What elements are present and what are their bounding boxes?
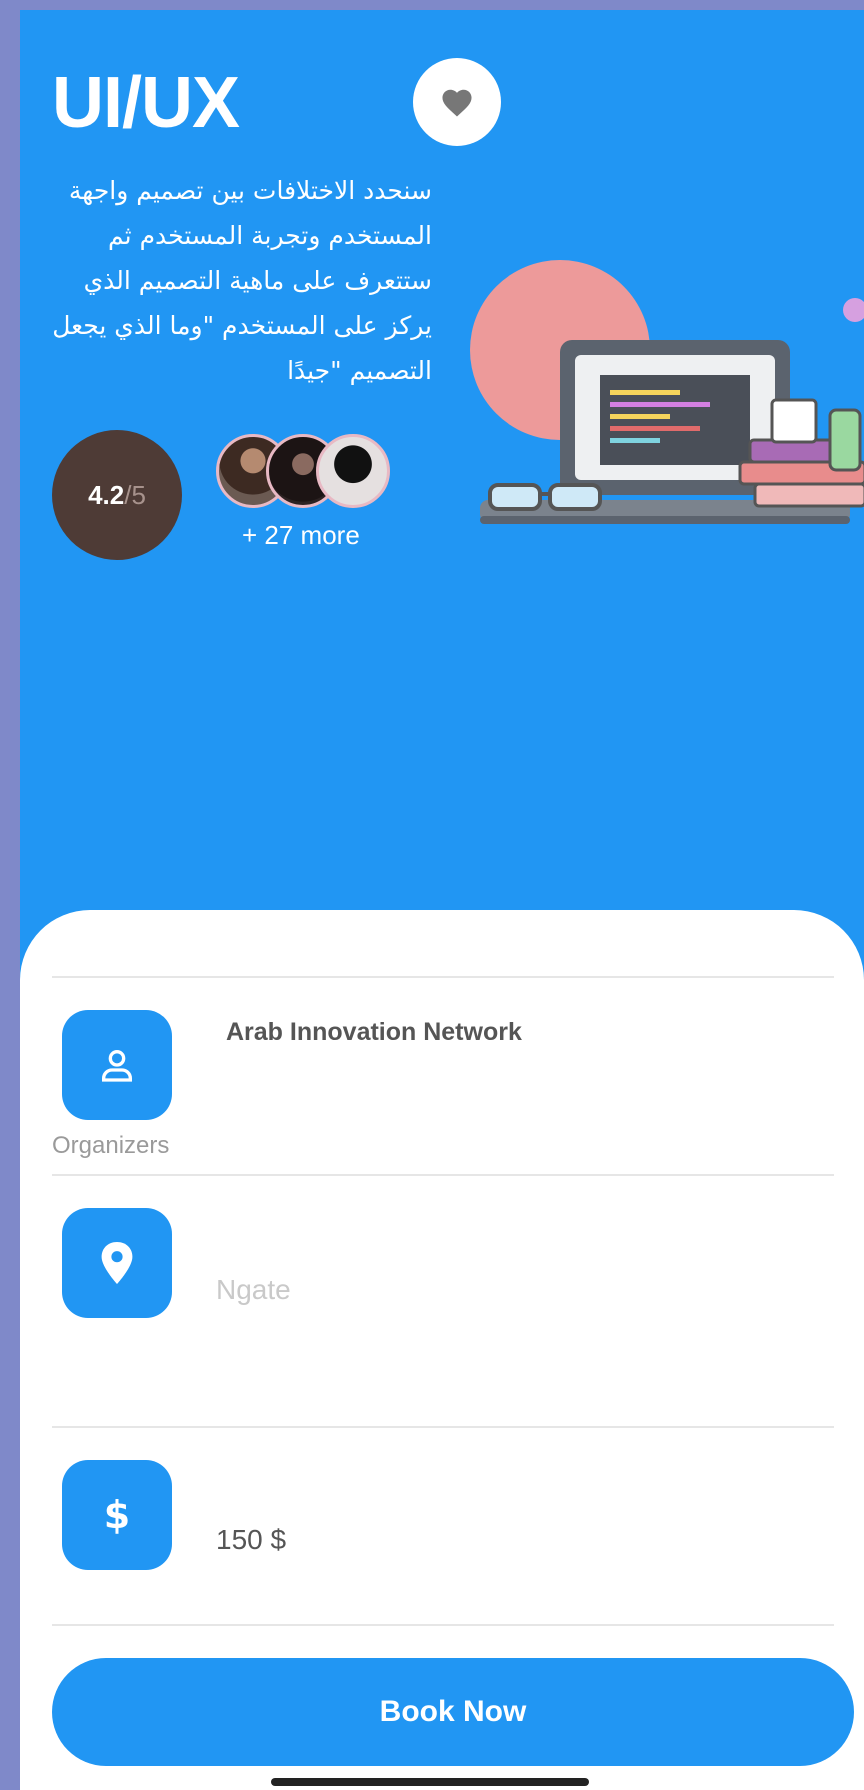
organizer-name[interactable]: Arab Innovation Network	[226, 1018, 522, 1047]
organizer-icon-box	[62, 1010, 172, 1120]
divider	[52, 1426, 834, 1428]
dollar-icon: $	[103, 1493, 131, 1537]
location-icon-box	[62, 1208, 172, 1318]
price-icon-box: $	[62, 1460, 172, 1570]
page-title: UI/UX	[52, 63, 240, 143]
avatar	[316, 434, 390, 508]
book-now-button[interactable]: Book Now	[52, 1658, 854, 1766]
laptop-illustration	[470, 260, 864, 524]
location-pin-icon	[101, 1242, 133, 1284]
person-icon	[102, 1050, 132, 1082]
divider	[52, 1174, 834, 1176]
home-indicator[interactable]	[271, 1778, 589, 1786]
location-value[interactable]: Ngate	[216, 1274, 291, 1306]
favorite-button[interactable]	[413, 58, 501, 146]
heart-icon	[442, 89, 472, 117]
event-description: سنحدد الاختلافات بين تصميم واجهة المستخد…	[52, 176, 432, 385]
price-value: 150 $	[216, 1524, 287, 1555]
divider	[52, 976, 834, 978]
more-attendees-label[interactable]: + 27 more	[242, 520, 360, 551]
phone-screen: UI/UX سنحدد الاختلافات بين تصميم واجهة ا…	[20, 10, 864, 1790]
event-details-sheet: Arab Innovation Network Organizers Ngate…	[20, 910, 864, 1790]
rating-badge: 4.2/5	[52, 430, 182, 560]
rating-denominator: /5	[124, 479, 146, 510]
organizer-label: Organizers	[52, 1132, 170, 1159]
divider	[52, 1624, 834, 1626]
attendee-avatars[interactable]	[216, 434, 396, 512]
rating-value: 4.2	[88, 479, 125, 510]
